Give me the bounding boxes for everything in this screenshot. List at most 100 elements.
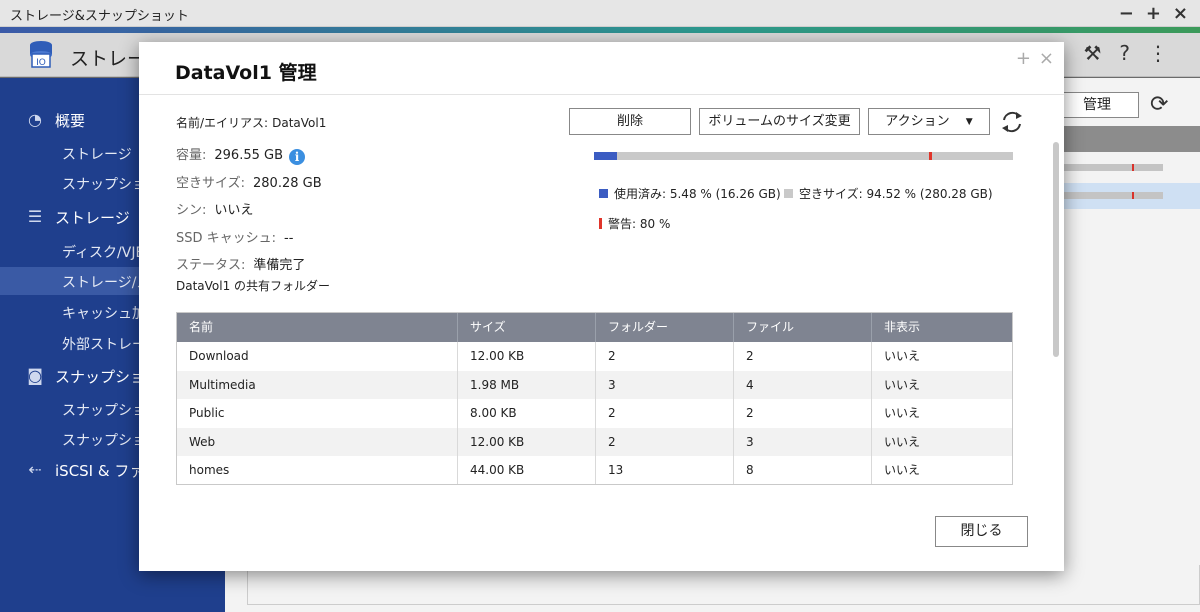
sidebar-subitem-label: キャッシュ加	[62, 306, 146, 322]
background-refresh-icon[interactable]: ⟳	[1150, 92, 1168, 117]
background-manage-button[interactable]: 管理	[1055, 92, 1139, 118]
used-segment	[594, 152, 617, 160]
capacity-label: 容量:	[176, 148, 207, 163]
cell-folders: 2	[596, 427, 734, 456]
info-icon[interactable]: i	[289, 149, 306, 165]
resize-volume-button[interactable]: ボリュームのサイズ変更	[699, 108, 860, 135]
window-title: ストレージ&スナップショット	[10, 9, 189, 24]
column-header-hidden[interactable]: 非表示	[872, 313, 1012, 342]
action-dropdown[interactable]: アクション ▼	[868, 108, 990, 135]
cell-files: 4	[734, 370, 872, 399]
ssd-cache-value: --	[284, 231, 294, 246]
status-value: 準備完了	[253, 258, 306, 273]
table-row[interactable]: homes 44.00 KB 13 8 いいえ	[177, 456, 1012, 484]
cell-hidden: いいえ	[884, 463, 921, 477]
more-icon[interactable]: ⋮	[1148, 41, 1168, 65]
used-legend-text: 使用済み: 5.48 % (16.26 GB)	[614, 187, 781, 201]
cell-size: 8.00 KB	[458, 399, 596, 428]
cell-folders: 3	[596, 370, 734, 399]
column-header-files[interactable]: ファイル	[734, 313, 872, 342]
window-titlebar: ストレージ&スナップショット − + ×	[0, 0, 1200, 27]
warning-legend-text: 警告: 80 %	[608, 217, 671, 231]
divider	[139, 94, 1064, 95]
warning-legend: 警告: 80 %	[599, 215, 670, 232]
cell-files: 2	[734, 342, 872, 371]
warning-threshold-marker	[929, 152, 932, 160]
background-usage-bar	[1060, 192, 1163, 199]
cell-folders: 2	[596, 399, 734, 428]
diagnostics-icon[interactable]: ⚒	[1083, 41, 1101, 65]
sidebar-item-label: ストレージ	[55, 208, 130, 227]
cell-hidden: いいえ	[884, 434, 921, 449]
status-row: ステータス: 準備完了	[176, 254, 305, 273]
capacity-row: 容量: 296.55 GB i	[176, 144, 306, 165]
status-label: ステータス:	[176, 258, 246, 273]
storage-app-icon: IO	[30, 41, 52, 68]
cell-name: Download	[177, 342, 458, 371]
svg-text:IO: IO	[36, 58, 46, 68]
column-header-size[interactable]: サイズ	[458, 313, 596, 342]
usage-bar	[594, 152, 1013, 160]
dialog-title: DataVol1 管理	[175, 62, 317, 84]
camera-icon: ◙	[27, 366, 43, 385]
cell-size: 12.00 KB	[458, 342, 596, 371]
expand-icon[interactable]: +	[1016, 48, 1031, 69]
sidebar-item-label: スナップショ	[55, 367, 146, 386]
close-icon[interactable]: ×	[1039, 48, 1054, 69]
table-row[interactable]: Multimedia 1.98 MB 3 4 いいえ	[177, 370, 1012, 399]
cell-hidden: いいえ	[884, 377, 921, 392]
sidebar-subitem-label: 外部ストレー	[62, 337, 146, 353]
free-legend: 空きサイズ: 94.52 % (280.28 GB)	[784, 185, 993, 202]
arrow-left-icon: ⇠	[28, 460, 42, 479]
table-row[interactable]: Web 12.00 KB 2 3 いいえ	[177, 427, 1012, 456]
table-row[interactable]: Download 12.00 KB 2 2 いいえ	[177, 342, 1012, 371]
thin-label: シン:	[176, 203, 207, 218]
refresh-icon[interactable]	[998, 108, 1026, 136]
cell-hidden: いいえ	[884, 406, 921, 420]
maximize-icon[interactable]: +	[1146, 3, 1161, 24]
cell-name: Multimedia	[177, 370, 458, 399]
sidebar-item-label: iSCSI & ファ	[55, 461, 145, 480]
action-label: アクション	[885, 114, 950, 129]
name-value: DataVol1	[272, 116, 327, 130]
name-label: 名前/エイリアス:	[176, 116, 269, 130]
close-window-icon[interactable]: ×	[1173, 3, 1188, 24]
background-panel	[247, 565, 1200, 605]
caret-down-icon: ▼	[965, 117, 973, 127]
cell-files: 3	[734, 427, 872, 456]
cell-files: 2	[734, 399, 872, 428]
cell-hidden: いいえ	[884, 349, 921, 363]
help-icon[interactable]: ?	[1119, 41, 1130, 65]
scrollbar[interactable]	[1053, 142, 1059, 357]
minimize-icon[interactable]: −	[1119, 3, 1134, 24]
free-size-label: 空きサイズ:	[176, 176, 245, 191]
cell-name: Web	[177, 427, 458, 456]
close-button[interactable]: 閉じる	[935, 516, 1028, 547]
free-swatch	[784, 189, 793, 198]
cell-size: 12.00 KB	[458, 427, 596, 456]
delete-button[interactable]: 削除	[569, 108, 691, 135]
shared-folders-table: 名前 サイズ フォルダー ファイル 非表示 Download 12.00 KB 2 2…	[176, 312, 1013, 485]
column-header-folders[interactable]: フォルダー	[596, 313, 734, 342]
column-header-name[interactable]: 名前	[177, 313, 458, 342]
sidebar-subitem-label: ディスク/VJB	[62, 245, 146, 261]
sidebar-subitem-label: スナップショ	[62, 403, 146, 419]
table-row[interactable]: Public 8.00 KB 2 2 いいえ	[177, 399, 1012, 428]
database-icon: ☰	[27, 207, 43, 226]
used-swatch	[599, 189, 608, 198]
thin-value: いいえ	[214, 203, 254, 218]
sidebar-subitem-label: スナップショ	[62, 177, 146, 193]
ssd-cache-label: SSD キャッシュ:	[176, 231, 277, 246]
free-legend-text: 空きサイズ: 94.52 % (280.28 GB)	[799, 187, 993, 201]
ssd-cache-row: SSD キャッシュ: --	[176, 227, 293, 246]
cell-name: homes	[177, 456, 458, 484]
name-row: 名前/エイリアス: DataVol1	[176, 114, 326, 131]
cell-folders: 13	[596, 456, 734, 484]
sidebar-subitem-label: ストレージ	[62, 147, 132, 163]
background-table-header	[1060, 126, 1200, 152]
used-legend: 使用済み: 5.48 % (16.26 GB)	[599, 185, 781, 202]
free-size-value: 280.28 GB	[253, 176, 322, 191]
sidebar-subitem-label: スナップショ	[62, 433, 146, 449]
sidebar-subitem-label: ストレージ/ス	[62, 275, 151, 291]
sidebar-item-label: 概要	[55, 111, 86, 130]
